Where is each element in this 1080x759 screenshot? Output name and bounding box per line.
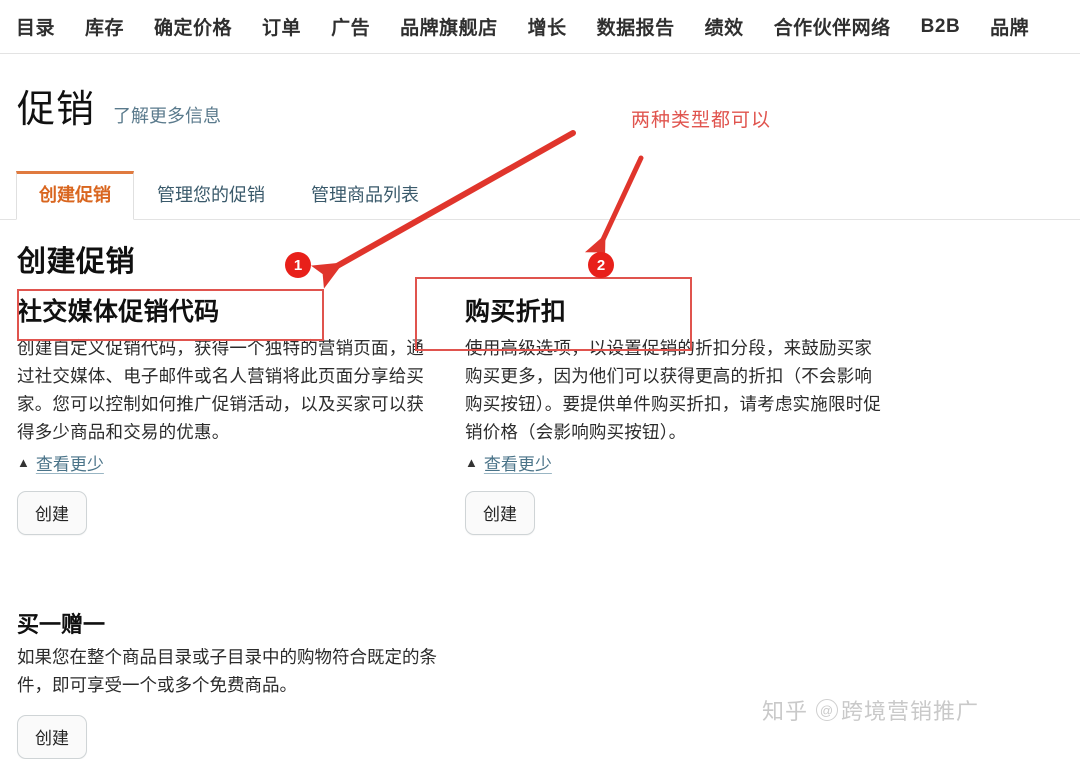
nav-item-catalog[interactable]: 目录 [16, 13, 55, 40]
top-navigation-bar: 目录 库存 确定价格 订单 广告 品牌旗舰店 增长 数据报告 绩效 合作伙伴网络… [0, 0, 1080, 53]
nav-item-reports[interactable]: 数据报告 [597, 13, 675, 40]
watermark: 知乎 @ 跨境营销推广 [762, 694, 979, 726]
see-less-toggle-social-media-promo-code[interactable]: ▲ 查看更少 [17, 450, 104, 475]
promotion-card-social-media-promo-code: 社交媒体促销代码 创建自定义促销代码，获得一个独特的营销页面，通过社交媒体、电子… [17, 296, 437, 535]
create-button-quantity-discount[interactable]: 创建 [465, 491, 535, 535]
promotion-card-quantity-discount: 购买折扣 使用高级选项，以设置促销的折扣分段，来鼓励买家购买更多，因为他们可以获… [465, 296, 885, 535]
card-title-quantity-discount: 购买折扣 [465, 298, 567, 326]
learn-more-link[interactable]: 了解更多信息 [113, 102, 221, 128]
nav-item-brand-store[interactable]: 品牌旗舰店 [400, 13, 498, 40]
nav-item-partner-network[interactable]: 合作伙伴网络 [774, 13, 891, 40]
annotation-badge-2: 2 [588, 252, 614, 278]
see-less-toggle-quantity-discount[interactable]: ▲ 查看更少 [465, 450, 552, 475]
nav-divider [0, 53, 1080, 54]
nav-item-orders[interactable]: 订单 [262, 13, 301, 40]
section-heading: 创建促销 [17, 246, 136, 278]
at-sign-icon: @ [816, 699, 839, 721]
card-title-buy-one-get-one: 买一赠一 [17, 612, 106, 637]
annotation-arrow-2 [584, 155, 644, 262]
tab-create-promotion[interactable]: 创建促销 [16, 171, 134, 220]
nav-item-growth[interactable]: 增长 [528, 13, 567, 40]
see-less-label: 查看更少 [483, 455, 552, 474]
nav-item-inventory[interactable]: 库存 [85, 13, 124, 40]
nav-item-pricing[interactable]: 确定价格 [154, 13, 232, 40]
annotation-badge-1: 1 [285, 252, 311, 278]
nav-item-performance[interactable]: 绩效 [705, 13, 744, 40]
create-button-social-media-promo-code[interactable]: 创建 [17, 491, 87, 535]
nav-item-brand[interactable]: 品牌 [990, 13, 1029, 40]
card-description-quantity-discount: 使用高级选项，以设置促销的折扣分段，来鼓励买家购买更多，因为他们可以获得更高的折… [465, 338, 882, 442]
page-title: 促销 [17, 89, 96, 131]
tab-bar: 创建促销 管理您的促销 管理商品列表 [16, 171, 442, 220]
watermark-account: 跨境营销推广 [841, 699, 980, 724]
see-less-label: 查看更少 [35, 455, 104, 474]
create-button-buy-one-get-one[interactable]: 创建 [17, 715, 87, 759]
card-description-buy-one-get-one: 如果您在整个商品目录或子目录中的购物符合既定的条件，即可享受一个或多个免费商品。 [17, 647, 437, 695]
tabs-bottom-rule [0, 219, 1080, 220]
promotion-card-buy-one-get-one: 买一赠一 如果您在整个商品目录或子目录中的购物符合既定的条件，即可享受一个或多个… [17, 607, 447, 759]
nav-item-b2b[interactable]: B2B [921, 16, 961, 38]
card-description-social-media-promo-code: 创建自定义促销代码，获得一个独特的营销页面，通过社交媒体、电子邮件或名人营销将此… [17, 338, 425, 442]
page-header: 促销 了解更多信息 [17, 88, 221, 132]
annotation-note-text: 两种类型都可以 [631, 110, 772, 131]
tab-manage-promotions[interactable]: 管理您的促销 [134, 171, 288, 220]
nav-item-advertising[interactable]: 广告 [331, 13, 370, 40]
watermark-site: 知乎 [762, 699, 809, 724]
tab-manage-product-list[interactable]: 管理商品列表 [288, 171, 442, 220]
chevron-up-icon: ▲ [17, 455, 30, 470]
chevron-up-icon: ▲ [465, 455, 478, 470]
card-title-social-media-promo-code: 社交媒体促销代码 [17, 298, 220, 326]
